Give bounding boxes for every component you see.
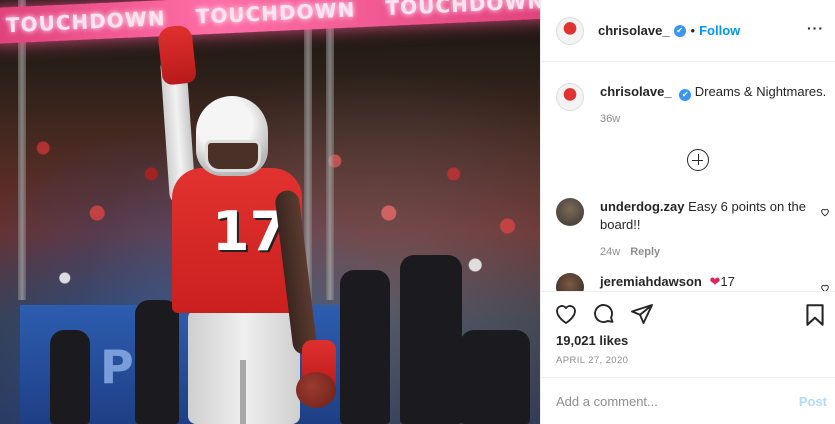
comment-text: 17 <box>720 274 735 289</box>
comment-bubble-icon[interactable] <box>592 302 618 328</box>
caption: chrisolave_ ✔ Dreams & Nightmares. 36w <box>556 83 830 128</box>
post-side-panel: chrisolave_ ✔ • Follow ··· chrisolave_ ✔… <box>540 0 835 424</box>
player-glove <box>157 24 197 86</box>
action-icons <box>554 302 656 328</box>
comment-meta: 24w Reply <box>600 243 830 261</box>
share-paper-plane-icon[interactable] <box>630 302 656 328</box>
stadium-pole <box>326 0 334 300</box>
reply-button[interactable]: Reply <box>630 246 660 258</box>
comment-username[interactable]: underdog.zay <box>600 199 685 214</box>
more-options-icon[interactable]: ··· <box>807 20 824 36</box>
comment-item: underdog.zay Easy 6 points on the board!… <box>556 198 830 261</box>
post-photo[interactable]: TOUCHDOWN TOUCHDOWN TOUCHDOWN Pla 17 <box>0 0 540 424</box>
comment-age: 24w <box>600 246 621 258</box>
author-avatar[interactable] <box>556 83 584 111</box>
photographer <box>340 270 390 424</box>
commenter-avatar[interactable] <box>556 273 584 291</box>
banner-word: TOUCHDOWN <box>385 0 540 21</box>
post-header: chrisolave_ ✔ • Follow ··· <box>541 0 835 62</box>
photographer <box>400 255 462 424</box>
touchdown-banner: TOUCHDOWN TOUCHDOWN TOUCHDOWN <box>0 0 540 44</box>
photographer <box>50 330 90 424</box>
caption-body: chrisolave_ ✔ Dreams & Nightmares. 36w <box>600 83 830 128</box>
comment-username[interactable]: jeremiahdawson <box>600 274 702 289</box>
banner-word: TOUCHDOWN <box>5 6 167 38</box>
caption-username[interactable]: chrisolave_ <box>600 84 672 99</box>
like-comment-heart-icon[interactable] <box>820 283 830 291</box>
football <box>296 372 336 408</box>
comments-list[interactable]: chrisolave_ ✔ Dreams & Nightmares. 36w u… <box>541 63 835 291</box>
caption-age: 36w <box>600 113 621 125</box>
stadium-pole <box>18 0 26 300</box>
add-comment-input[interactable] <box>556 393 776 409</box>
comment-item: jeremiahdawson ❤17 <box>556 273 830 291</box>
load-more-comments-icon[interactable] <box>687 149 709 171</box>
author-username[interactable]: chrisolave_ <box>598 23 670 38</box>
caption-text: Dreams & Nightmares. <box>694 84 827 99</box>
like-heart-icon[interactable] <box>554 302 580 328</box>
commenter-avatar[interactable] <box>556 198 584 226</box>
banner-word: TOUCHDOWN <box>195 0 356 29</box>
player-pants-seam <box>240 360 246 424</box>
post-comment-button[interactable]: Post <box>799 394 827 409</box>
follow-button[interactable]: Follow <box>699 23 740 38</box>
post-actions: 19,021 likes APRIL 27, 2020 <box>541 291 835 376</box>
photographer <box>460 330 530 424</box>
verified-badge-icon: ✔ <box>673 24 686 37</box>
heart-emoji-icon: ❤ <box>709 274 721 289</box>
author-avatar[interactable] <box>556 16 584 45</box>
like-comment-heart-icon[interactable] <box>820 207 830 217</box>
player-facemask <box>205 140 261 172</box>
add-comment-bar: Post <box>541 377 835 424</box>
post-date: APRIL 27, 2020 <box>556 355 629 366</box>
photographer <box>135 300 179 424</box>
verified-badge-icon: ✔ <box>679 89 692 101</box>
comment-body: jeremiahdawson ❤17 <box>600 273 830 291</box>
comment-body: underdog.zay Easy 6 points on the board!… <box>600 198 830 261</box>
likes-count[interactable]: 19,021 likes <box>556 333 628 348</box>
save-bookmark-icon[interactable] <box>802 302 828 328</box>
separator-dot: • <box>690 23 696 38</box>
